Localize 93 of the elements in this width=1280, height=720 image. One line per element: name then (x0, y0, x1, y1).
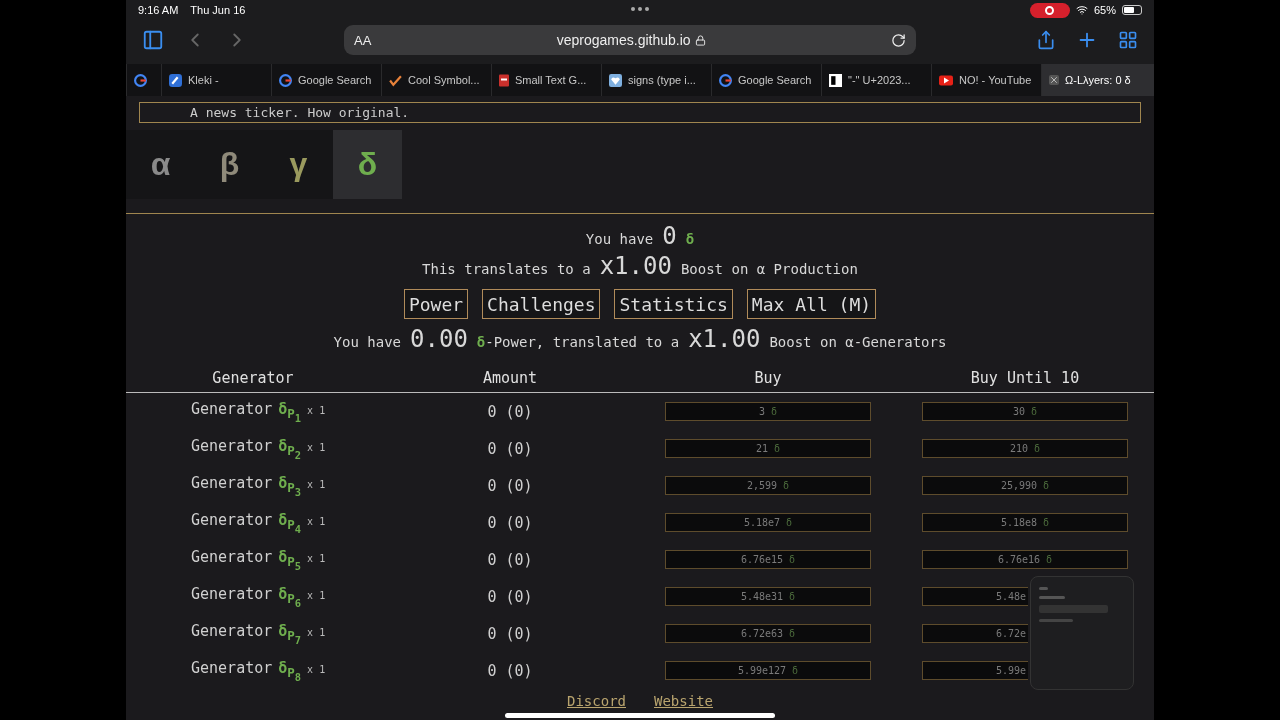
buy-button[interactable]: 6.76e15 δ (665, 550, 871, 569)
generator-name: Generator (191, 621, 273, 640)
amount-cell-text: 0 (0) (486, 550, 534, 569)
multiplier-text: x 1 (307, 515, 326, 527)
text-size-button[interactable]: AA (354, 32, 372, 48)
multiplier-text: x 1 (307, 404, 326, 416)
reload-icon[interactable] (891, 32, 906, 48)
value-text: x1.00 (599, 252, 672, 280)
buy-button[interactable]: 5.99e127 δ (665, 661, 871, 680)
label-text: This translates to a (422, 261, 591, 277)
label-text: -Power, translated to a (485, 334, 680, 350)
label-text: Boost on α-Generators (769, 334, 947, 350)
tab-button[interactable]: Max All (M) (746, 289, 877, 319)
url-text: veprogames.github.io (556, 32, 691, 48)
label-text: You have (585, 231, 654, 247)
battery-icon (1122, 5, 1142, 15)
delta-symbol: δ (476, 334, 486, 350)
buy-until-button[interactable]: 6.76e16 δ (922, 550, 1128, 569)
column-header: Buy (753, 368, 783, 387)
buy-button[interactable]: 5.18e7 δ (665, 513, 871, 532)
layer-tab[interactable]: δ (333, 130, 402, 199)
generator-name: Generator (191, 510, 273, 529)
amount-cell-text: 0 (0) (486, 439, 534, 458)
wifi-icon (1075, 4, 1088, 16)
label-text: Boost on α Production (680, 261, 858, 277)
footer-link[interactable]: Website (654, 693, 713, 709)
generator-name: Generator (191, 584, 273, 603)
delta-symbol: δ (685, 231, 695, 247)
google-icon (279, 73, 292, 87)
buy-button[interactable]: 2,599 δ (665, 476, 871, 495)
tab-button[interactable]: Statistics (614, 289, 733, 319)
multiplier-text: x 1 (307, 441, 326, 453)
amount-cell-text: 0 (0) (486, 624, 534, 643)
news-ticker: A news ticker. How original. (139, 102, 1141, 123)
column-header: Buy Until 10 (969, 368, 1081, 387)
multiplier-text: x 1 (307, 626, 326, 638)
multiplier-text: x 1 (307, 552, 326, 564)
value-text: 0.00 (410, 325, 468, 353)
generator-name: Generator (191, 436, 273, 455)
buy-until-button[interactable]: 30 δ (922, 402, 1128, 421)
glyph-icon (829, 73, 842, 87)
multiplier-text: x 1 (307, 663, 326, 675)
document-icon (499, 73, 509, 87)
generator-name: Generator (191, 658, 273, 677)
generator-name: Generator (191, 399, 273, 418)
amount-cell-text: 0 (0) (486, 476, 534, 495)
buy-button[interactable]: 6.72e63 δ (665, 624, 871, 643)
generator-name: Generator (191, 473, 273, 492)
address-bar[interactable]: AA veprogames.github.io (344, 25, 916, 55)
multiplier-text: x 1 (307, 589, 326, 601)
lock-icon (694, 34, 706, 46)
generator-name: Generator (191, 547, 273, 566)
google-icon (719, 73, 732, 87)
browser-tab[interactable]: Ω-Lλyers: 0 δ (1041, 64, 1154, 96)
play-icon (939, 74, 953, 86)
google-icon (134, 73, 147, 87)
footer-link[interactable]: Discord (567, 693, 626, 709)
buy-until-button[interactable]: 210 δ (922, 439, 1128, 458)
brush-icon (169, 73, 182, 87)
recording-indicator (1029, 2, 1070, 18)
amount-cell-text: 0 (0) (486, 661, 534, 680)
column-header: Generator (211, 368, 295, 387)
share-icon[interactable] (1036, 30, 1056, 50)
tab-button[interactable]: Challenges (482, 289, 601, 319)
amount-cell-text: 0 (0) (486, 402, 534, 421)
buy-until-button[interactable]: 5.99e (922, 661, 1028, 680)
value-text: x1.00 (688, 325, 761, 353)
buy-until-button[interactable]: 6.72e (922, 624, 1028, 643)
more-icon[interactable] (631, 7, 649, 11)
layer-tab[interactable]: γ (264, 130, 333, 199)
buy-button[interactable]: 21 δ (665, 439, 871, 458)
tab-button[interactable]: Power (403, 289, 469, 319)
heart-icon (609, 73, 622, 87)
layer-tab[interactable]: α (126, 130, 195, 199)
check-icon (389, 73, 402, 87)
buy-until-button[interactable]: 5.18e8 δ (922, 513, 1128, 532)
amount-cell-text: 0 (0) (486, 587, 534, 606)
buy-until-button[interactable]: 25,990 δ (922, 476, 1128, 495)
close-icon[interactable] (1049, 75, 1059, 85)
column-header: Amount (481, 368, 539, 387)
tabs-overview-icon[interactable] (1118, 30, 1138, 50)
buy-button[interactable]: 3 δ (665, 402, 871, 421)
amount-cell-text: 0 (0) (486, 513, 534, 532)
multiplier-text: x 1 (307, 478, 326, 490)
layer-tab[interactable]: β (195, 130, 264, 199)
sidebar-icon[interactable] (142, 29, 164, 51)
clock: 9:16 AM (138, 4, 179, 16)
buy-button[interactable]: 5.48e31 δ (665, 587, 871, 606)
battery-text: 65% (1093, 4, 1116, 16)
label-text: You have (333, 334, 402, 350)
date: Thu Jun 16 (190, 4, 246, 16)
value-text: 0 (662, 222, 677, 250)
buy-until-button[interactable]: 5.48e (922, 587, 1028, 606)
